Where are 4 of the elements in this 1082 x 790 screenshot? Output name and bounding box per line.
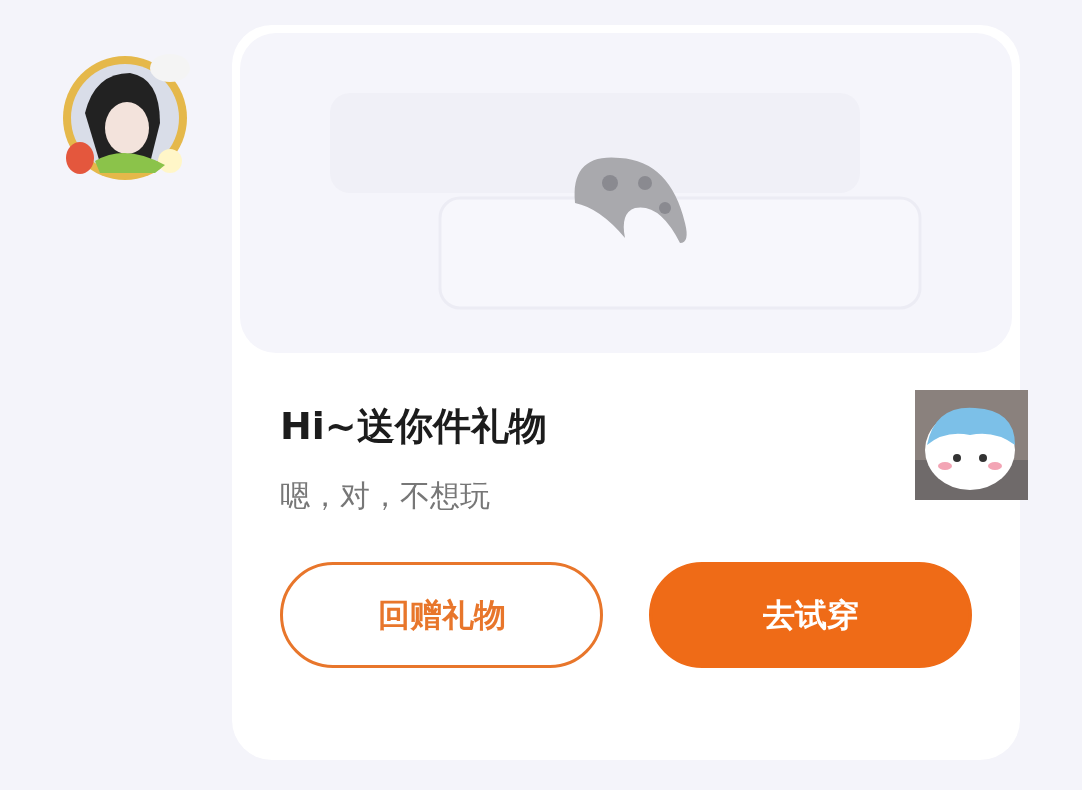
gift-message: 嗯，对，不想玩 [280,476,491,514]
gift-title: Hi~送你件礼物 [280,403,548,450]
action-button[interactable]: 回赠礼物 [280,562,603,668]
action-button[interactable]: 去试穿 [649,562,972,668]
